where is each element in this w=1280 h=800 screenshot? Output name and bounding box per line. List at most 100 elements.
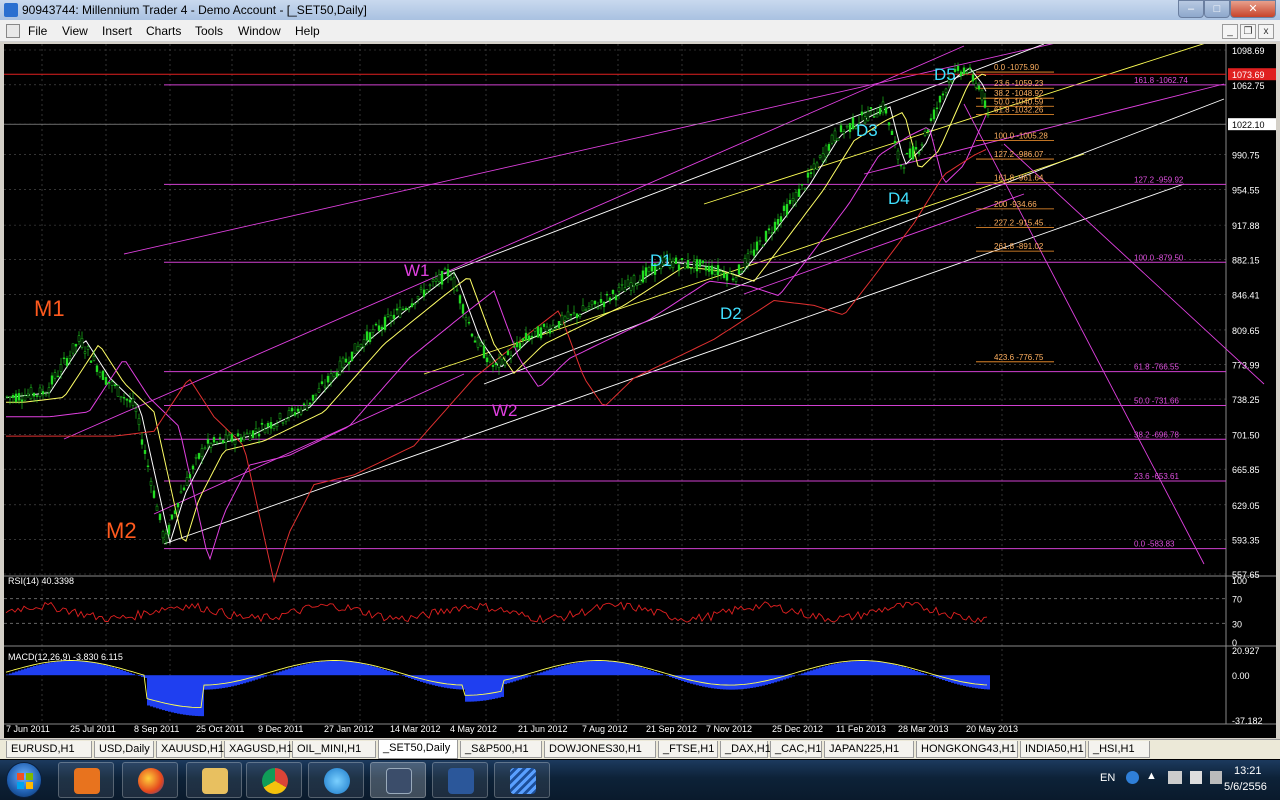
time-tick-label: 4 May 2012 xyxy=(450,724,497,734)
macd-histogram-bar xyxy=(837,663,840,676)
candle-body xyxy=(47,387,51,393)
candle-body xyxy=(986,114,990,117)
macd-histogram-bar xyxy=(870,661,873,676)
candle-body xyxy=(680,258,684,260)
candle-body xyxy=(443,268,447,271)
candle-body xyxy=(809,172,813,174)
macd-histogram-bar xyxy=(819,667,822,676)
macd-histogram-bar xyxy=(978,675,981,689)
macd-histogram-bar xyxy=(666,675,669,676)
fib-small-label: 0.0 -1075.90 xyxy=(994,63,1039,72)
candle-body xyxy=(902,167,906,169)
chart-tab[interactable]: EURUSD,H1 xyxy=(6,741,92,758)
candle-body xyxy=(86,346,90,350)
macd-histogram-bar xyxy=(354,662,357,676)
candle-body xyxy=(374,323,378,326)
macd-histogram-bar xyxy=(846,661,849,676)
time-tick-label: 20 May 2013 xyxy=(966,724,1018,734)
taskbar-word[interactable] xyxy=(432,762,488,798)
menu-tools[interactable]: Tools xyxy=(195,24,223,38)
chart-window[interactable]: 1098.69 1062.75 1022.10 990.75 954.55 917.88 8… xyxy=(4,44,1276,738)
tray-chevron-icon[interactable]: ▲ xyxy=(1146,770,1157,782)
macd-histogram-bar xyxy=(150,675,153,707)
candle-body xyxy=(209,443,213,448)
chart-tab[interactable]: HONGKONG43,H1 xyxy=(916,741,1018,758)
taskbar-metatrader[interactable] xyxy=(370,762,426,798)
candle-body xyxy=(872,116,876,118)
clock-date[interactable]: 5/6/2556 xyxy=(1224,781,1267,793)
chart-tab[interactable]: OIL_MINI,H1 xyxy=(292,741,376,758)
volume-icon[interactable] xyxy=(1210,771,1222,784)
taskbar-file-explorer[interactable] xyxy=(186,762,242,798)
menu-insert[interactable]: Insert xyxy=(102,24,132,38)
menu-help[interactable]: Help xyxy=(295,24,320,38)
menu-file[interactable]: File xyxy=(28,24,47,38)
menu-bar: File View Insert Charts Tools Window Hel… xyxy=(0,20,1280,42)
macd-histogram-bar xyxy=(207,675,210,690)
candle-body xyxy=(116,385,120,397)
macd-histogram-bar xyxy=(303,664,306,676)
start-button[interactable] xyxy=(6,762,42,798)
chart-tab[interactable]: XAGUSD,H1 xyxy=(224,741,293,758)
chart-tab[interactable]: JAPAN225,H1 xyxy=(824,741,914,758)
macd-histogram-bar xyxy=(165,675,168,711)
minimize-button[interactable]: – xyxy=(1178,0,1204,18)
network-icon[interactable] xyxy=(1168,771,1182,784)
taskbar-trader-app[interactable] xyxy=(494,762,550,798)
menu-charts[interactable]: Charts xyxy=(146,24,181,38)
candle-body xyxy=(866,111,870,122)
macd-histogram-bar xyxy=(714,675,717,689)
chart-tab[interactable]: INDIA50,H1 xyxy=(1020,741,1086,758)
mdi-restore-button[interactable]: ❐ xyxy=(1240,24,1256,39)
chart-tab[interactable]: _CAC,H1 xyxy=(770,741,822,758)
taskbar-internet-explorer[interactable] xyxy=(308,762,364,798)
taskbar-firefox[interactable] xyxy=(122,762,178,798)
candle-body xyxy=(626,279,630,287)
candle-body xyxy=(185,477,189,486)
candle-body xyxy=(761,245,765,247)
candle-body xyxy=(908,148,912,158)
candle-body xyxy=(737,264,741,275)
macd-histogram-bar xyxy=(546,670,549,676)
chart-tab[interactable]: _FTSE,H1 xyxy=(658,741,718,758)
macd-histogram-bar xyxy=(252,675,255,681)
internet-explorer-icon xyxy=(324,768,350,794)
candle-body xyxy=(53,372,57,379)
maximize-button[interactable]: □ xyxy=(1204,0,1230,18)
mdi-minimize-button[interactable]: _ xyxy=(1222,24,1238,39)
chart-tab[interactable]: _S&P500,H1 xyxy=(460,741,542,758)
candle-body xyxy=(974,82,978,88)
chart-tab[interactable]: XAUUSD,H1 xyxy=(156,741,224,758)
action-center-icon[interactable] xyxy=(1190,771,1202,784)
macd-histogram-bar xyxy=(330,660,333,676)
mdi-close-button[interactable]: x xyxy=(1258,24,1274,39)
macd-histogram-bar xyxy=(270,674,273,676)
chart-tab[interactable]: USD,Daily xyxy=(94,741,154,758)
macd-histogram-bar xyxy=(264,675,267,677)
clock-time[interactable]: 13:21 xyxy=(1234,765,1262,777)
chart-tab[interactable]: _DAX,H1 xyxy=(720,741,771,758)
candle-body xyxy=(602,301,606,308)
menu-window[interactable]: Window xyxy=(238,24,281,38)
chart-tab[interactable]: _SET50,Daily xyxy=(378,740,458,759)
candle-body xyxy=(788,200,792,204)
close-button[interactable]: ✕ xyxy=(1230,0,1276,18)
help-icon[interactable] xyxy=(1126,771,1139,784)
candle-body xyxy=(977,85,981,90)
candle-body xyxy=(311,394,315,401)
macd-histogram-bar xyxy=(36,665,39,676)
taskbar-media-player[interactable] xyxy=(58,762,114,798)
macd-histogram-bar xyxy=(234,675,237,686)
chart-tab[interactable]: _HSI,H1 xyxy=(1088,741,1150,758)
candle-body xyxy=(377,325,381,331)
menu-view[interactable]: View xyxy=(62,24,88,38)
candle-body xyxy=(719,271,723,274)
taskbar-chrome[interactable] xyxy=(246,762,302,798)
chart-tab[interactable]: DOWJONES30,H1 xyxy=(544,741,656,758)
candle-body xyxy=(158,513,162,521)
candle-body xyxy=(314,393,318,396)
macd-histogram-bar xyxy=(525,675,528,678)
macd-histogram-bar xyxy=(426,675,429,684)
language-indicator[interactable]: EN xyxy=(1100,772,1115,784)
macd-histogram-bar xyxy=(543,671,546,676)
